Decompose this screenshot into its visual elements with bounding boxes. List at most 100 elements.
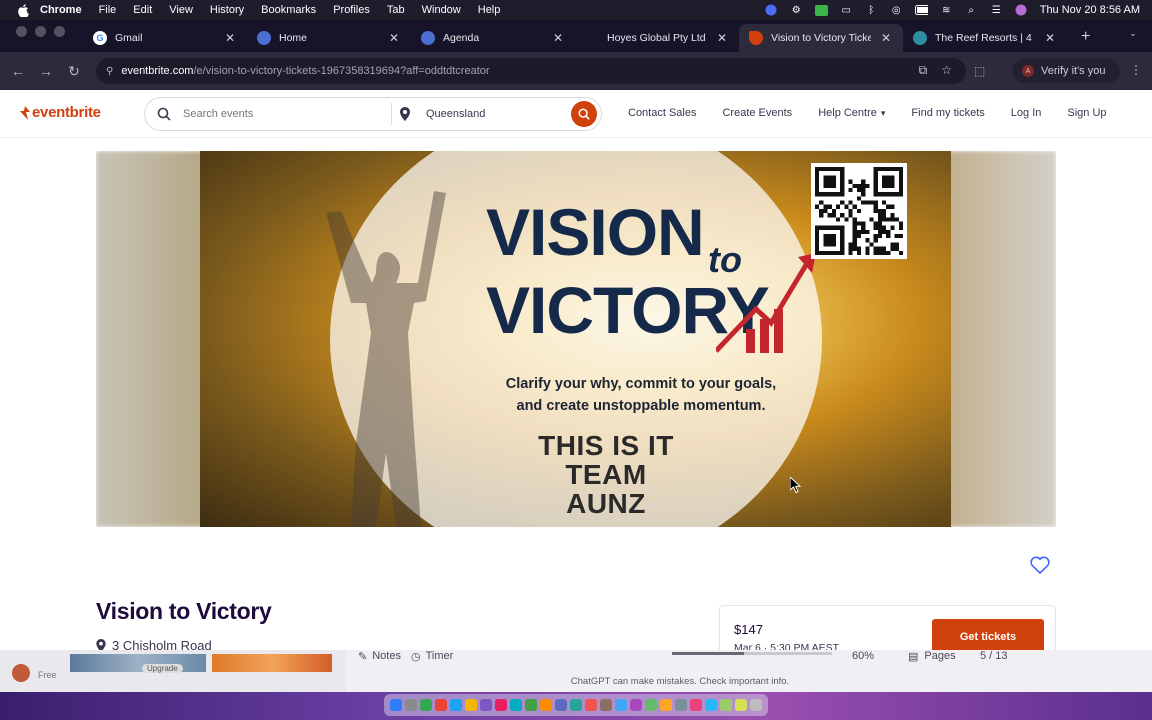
- dock-app-icon[interactable]: [675, 699, 687, 711]
- menu-profiles[interactable]: Profiles: [333, 4, 370, 16]
- battery-monitor-icon[interactable]: [814, 4, 828, 16]
- bookmark-star-icon[interactable]: ☆: [941, 63, 952, 78]
- dock-app-icon[interactable]: [600, 699, 612, 711]
- thumbnail-sunset[interactable]: [212, 654, 332, 672]
- dock-app-icon[interactable]: [660, 699, 672, 711]
- back-icon[interactable]: ←: [4, 63, 32, 79]
- dock-app-icon[interactable]: [555, 699, 567, 711]
- dock-app-icon[interactable]: [480, 699, 492, 711]
- upgrade-button[interactable]: Upgrade: [142, 664, 183, 673]
- dock-app-icon[interactable]: [450, 699, 462, 711]
- maximize-window-button[interactable]: [54, 25, 65, 37]
- event-title: Vision to Victory: [96, 598, 272, 624]
- siri-icon[interactable]: [1015, 4, 1028, 16]
- menu-file[interactable]: File: [99, 4, 117, 16]
- find-my-tickets-link[interactable]: Find my tickets: [911, 107, 984, 119]
- create-events-link[interactable]: Create Events: [722, 107, 792, 119]
- dock-app-icon[interactable]: [735, 699, 747, 711]
- search-input[interactable]: [183, 108, 373, 120]
- tab-vision-to-victory[interactable]: Vision to Victory Ticket ✕: [739, 24, 903, 52]
- zoom-level[interactable]: 60%: [852, 650, 874, 662]
- dock-app-icon[interactable]: [540, 699, 552, 711]
- clock[interactable]: Thu Nov 20 8:56 AM: [1040, 4, 1140, 16]
- battery-icon[interactable]: [914, 4, 928, 16]
- close-tab-icon[interactable]: ✕: [551, 31, 565, 45]
- gear-icon[interactable]: ⚙: [790, 4, 803, 16]
- apple-icon[interactable]: [16, 3, 30, 17]
- dock-app-icon[interactable]: [405, 699, 417, 711]
- wifi-icon[interactable]: ≋: [940, 4, 953, 16]
- menu-bookmarks[interactable]: Bookmarks: [261, 4, 316, 16]
- forward-icon[interactable]: →: [32, 63, 60, 79]
- dock-app-icon[interactable]: [495, 699, 507, 711]
- close-tab-icon[interactable]: ✕: [387, 31, 401, 45]
- close-window-button[interactable]: [16, 25, 27, 37]
- new-tab-icon[interactable]: +: [1081, 28, 1090, 46]
- tab-gmail[interactable]: G Gmail ✕: [83, 24, 247, 52]
- dock-app-icon[interactable]: [525, 699, 537, 711]
- location-input[interactable]: Queensland: [426, 108, 576, 120]
- log-in-link[interactable]: Log In: [1011, 107, 1042, 119]
- bluetooth-icon[interactable]: ᛒ: [865, 4, 878, 16]
- hero-title-vision: VISION: [486, 195, 705, 269]
- menu-view[interactable]: View: [169, 4, 193, 16]
- like-heart-icon[interactable]: [1030, 556, 1050, 574]
- browser-toolbar: ← → ↻ ⚲ eventbrite.com/e/vision-to-victo…: [0, 52, 1152, 90]
- dock-app-icon[interactable]: [705, 699, 717, 711]
- close-tab-icon[interactable]: ✕: [715, 31, 729, 45]
- pages-button[interactable]: ▤ Pages: [908, 650, 956, 663]
- site-info-icon[interactable]: ⚲: [106, 66, 113, 77]
- tab-title: Vision to Victory Ticket: [771, 32, 871, 44]
- menu-window[interactable]: Window: [422, 4, 461, 16]
- thumbnail-mountain[interactable]: [70, 654, 206, 672]
- zoom-app-icon[interactable]: [765, 4, 778, 16]
- control-center-icon[interactable]: ☰: [990, 4, 1003, 16]
- tab-home[interactable]: Home ✕: [247, 24, 411, 52]
- dock-app-icon[interactable]: [510, 699, 522, 711]
- zoom-slider[interactable]: [672, 652, 832, 655]
- tab-hoyes-global[interactable]: Hoyes Global Pty Ltd ✕: [575, 24, 739, 52]
- dock-app-icon[interactable]: [390, 699, 402, 711]
- airdrop-icon[interactable]: ◎: [890, 4, 903, 16]
- address-bar[interactable]: ⚲ eventbrite.com/e/vision-to-victory-tic…: [96, 58, 966, 84]
- timer-button[interactable]: ◷ Timer: [411, 650, 453, 663]
- tab-agenda[interactable]: Agenda ✕: [411, 24, 575, 52]
- menu-tab[interactable]: Tab: [387, 4, 405, 16]
- dock-app-icon[interactable]: [690, 699, 702, 711]
- close-tab-icon[interactable]: ✕: [879, 31, 893, 45]
- reload-icon[interactable]: ↻: [60, 63, 88, 80]
- dock-app-icon[interactable]: [750, 699, 762, 711]
- menu-app-name[interactable]: Chrome: [40, 4, 82, 16]
- dock-app-icon[interactable]: [465, 699, 477, 711]
- menu-edit[interactable]: Edit: [133, 4, 152, 16]
- search-submit-button[interactable]: [571, 101, 597, 127]
- menu-history[interactable]: History: [210, 4, 244, 16]
- close-tab-icon[interactable]: ✕: [223, 31, 237, 45]
- tab-reef-resorts[interactable]: The Reef Resorts | 4 St ✕: [903, 24, 1067, 52]
- menu-help[interactable]: Help: [478, 4, 501, 16]
- help-centre-menu[interactable]: Help Centre ▾: [818, 107, 885, 119]
- search-icon[interactable]: ⌕: [965, 4, 978, 16]
- notes-button[interactable]: ✎ Notes: [358, 650, 401, 663]
- window-controls: [16, 20, 65, 42]
- dock-app-icon[interactable]: [630, 699, 642, 711]
- chrome-menu-icon[interactable]: ⋮: [1130, 63, 1142, 77]
- sign-up-link[interactable]: Sign Up: [1067, 107, 1106, 119]
- cast-icon[interactable]: ⧉: [919, 63, 928, 78]
- dock-app-icon[interactable]: [585, 699, 597, 711]
- verify-profile-button[interactable]: A Verify it's you: [1012, 59, 1120, 83]
- screen-mirror-icon[interactable]: ▭: [840, 4, 853, 16]
- dock-app-icon[interactable]: [645, 699, 657, 711]
- close-tab-icon[interactable]: ✕: [1043, 31, 1057, 45]
- dock-app-icon[interactable]: [615, 699, 627, 711]
- dock-app-icon[interactable]: [720, 699, 732, 711]
- minimize-window-button[interactable]: [35, 25, 46, 37]
- dock-app-icon[interactable]: [435, 699, 447, 711]
- extensions-icon[interactable]: ⬚: [974, 64, 985, 78]
- contact-sales-link[interactable]: Contact Sales: [628, 107, 696, 119]
- dock-app-icon[interactable]: [420, 699, 432, 711]
- eventbrite-logo[interactable]: eventbrite: [20, 104, 101, 121]
- celebrating-person-silhouette: [326, 191, 446, 527]
- dock-app-icon[interactable]: [570, 699, 582, 711]
- tab-search-icon[interactable]: ⌄: [1124, 28, 1142, 44]
